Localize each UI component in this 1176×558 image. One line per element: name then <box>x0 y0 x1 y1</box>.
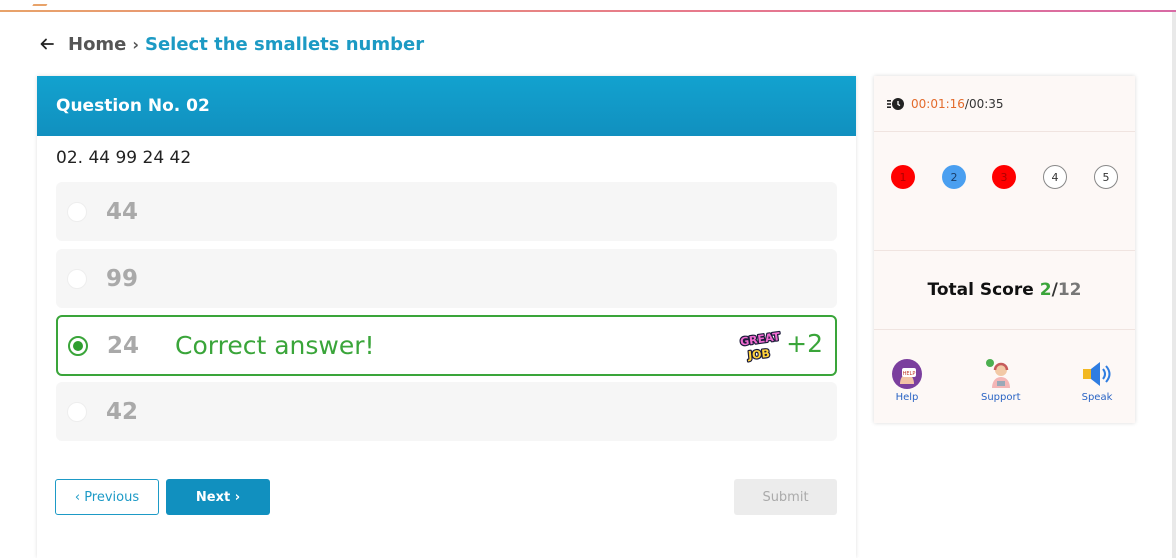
top-logo-mark <box>32 0 50 6</box>
speaker-icon <box>1083 362 1111 386</box>
svg-text:JOB: JOB <box>746 347 770 362</box>
question-nav-5[interactable]: 5 <box>1094 165 1118 189</box>
radio-dot <box>73 340 83 351</box>
option-radio[interactable] <box>67 201 87 222</box>
option-99[interactable]: 99 <box>56 249 837 308</box>
submit-button[interactable]: Submit <box>734 479 837 515</box>
question-card: Question No. 02 02. 44 99 24 42 44 99 24… <box>37 76 856 558</box>
option-value: 99 <box>106 265 139 292</box>
score-earned: 2 <box>1039 280 1052 300</box>
question-nav-2[interactable]: 2 <box>942 165 966 189</box>
timer-elapsed: 00:01:16 <box>911 96 965 111</box>
support-button[interactable]: Support <box>981 358 1021 403</box>
option-value: 44 <box>106 198 139 225</box>
breadcrumb: Home › Select the smallets number <box>38 30 424 58</box>
support-label: Support <box>981 392 1021 403</box>
speak-button[interactable]: Speak <box>1081 358 1113 403</box>
breadcrumb-home-link[interactable]: Home <box>68 34 126 55</box>
question-header: Question No. 02 <box>37 76 856 136</box>
speak-label: Speak <box>1081 392 1113 403</box>
option-radio[interactable] <box>67 401 87 422</box>
option-44[interactable]: 44 <box>56 182 837 241</box>
help-button[interactable]: HELP Help <box>891 358 923 403</box>
tools-section: HELP Help Support Speak <box>874 330 1135 423</box>
option-radio-selected[interactable] <box>68 335 88 356</box>
option-value: 42 <box>106 398 139 425</box>
breadcrumb-current: Select the smallets number <box>145 33 425 55</box>
header-divider <box>0 10 1176 12</box>
question-nav-4[interactable]: 4 <box>1043 165 1067 189</box>
svg-text:GREAT: GREAT <box>739 330 781 349</box>
score-total: 12 <box>1057 280 1082 300</box>
question-nav-1[interactable]: 1 <box>891 165 915 189</box>
back-arrow-icon[interactable] <box>38 35 56 53</box>
stopwatch-icon <box>887 97 904 110</box>
question-nav-3[interactable]: 3 <box>992 165 1016 189</box>
correct-feedback: Correct answer! <box>175 331 375 360</box>
option-value: 24 <box>107 332 140 359</box>
option-42[interactable]: 42 <box>56 382 837 441</box>
question-number: Question No. 02 <box>56 96 210 116</box>
score-label: Total Score <box>927 280 1034 300</box>
next-button[interactable]: Next › <box>166 479 270 515</box>
quiz-sidebar: 00:01:16 / 00:35 1 2 3 4 5 Total Score 2… <box>874 76 1135 423</box>
points-earned: +2 <box>786 329 823 358</box>
question-text: 02. 44 99 24 42 <box>56 148 192 168</box>
previous-button[interactable]: ‹ Previous <box>55 479 159 515</box>
option-radio[interactable] <box>67 268 87 289</box>
scrollbar-track[interactable] <box>1172 12 1176 558</box>
total-score: Total Score 2 / 12 <box>874 251 1135 330</box>
breadcrumb-separator: › <box>132 34 139 54</box>
option-24-correct[interactable]: 24 Correct answer! GREAT JOB +2 <box>56 315 837 376</box>
help-icon: HELP <box>892 359 922 389</box>
timer-limit: 00:35 <box>968 96 1004 111</box>
question-navigator: 1 2 3 4 5 <box>874 132 1135 251</box>
help-icon-text: HELP <box>903 371 916 377</box>
great-job-sticker-icon: GREAT JOB <box>739 329 783 363</box>
timer-section: 00:01:16 / 00:35 <box>874 76 1135 132</box>
help-label: Help <box>895 392 919 403</box>
support-agent-icon <box>985 359 1010 388</box>
